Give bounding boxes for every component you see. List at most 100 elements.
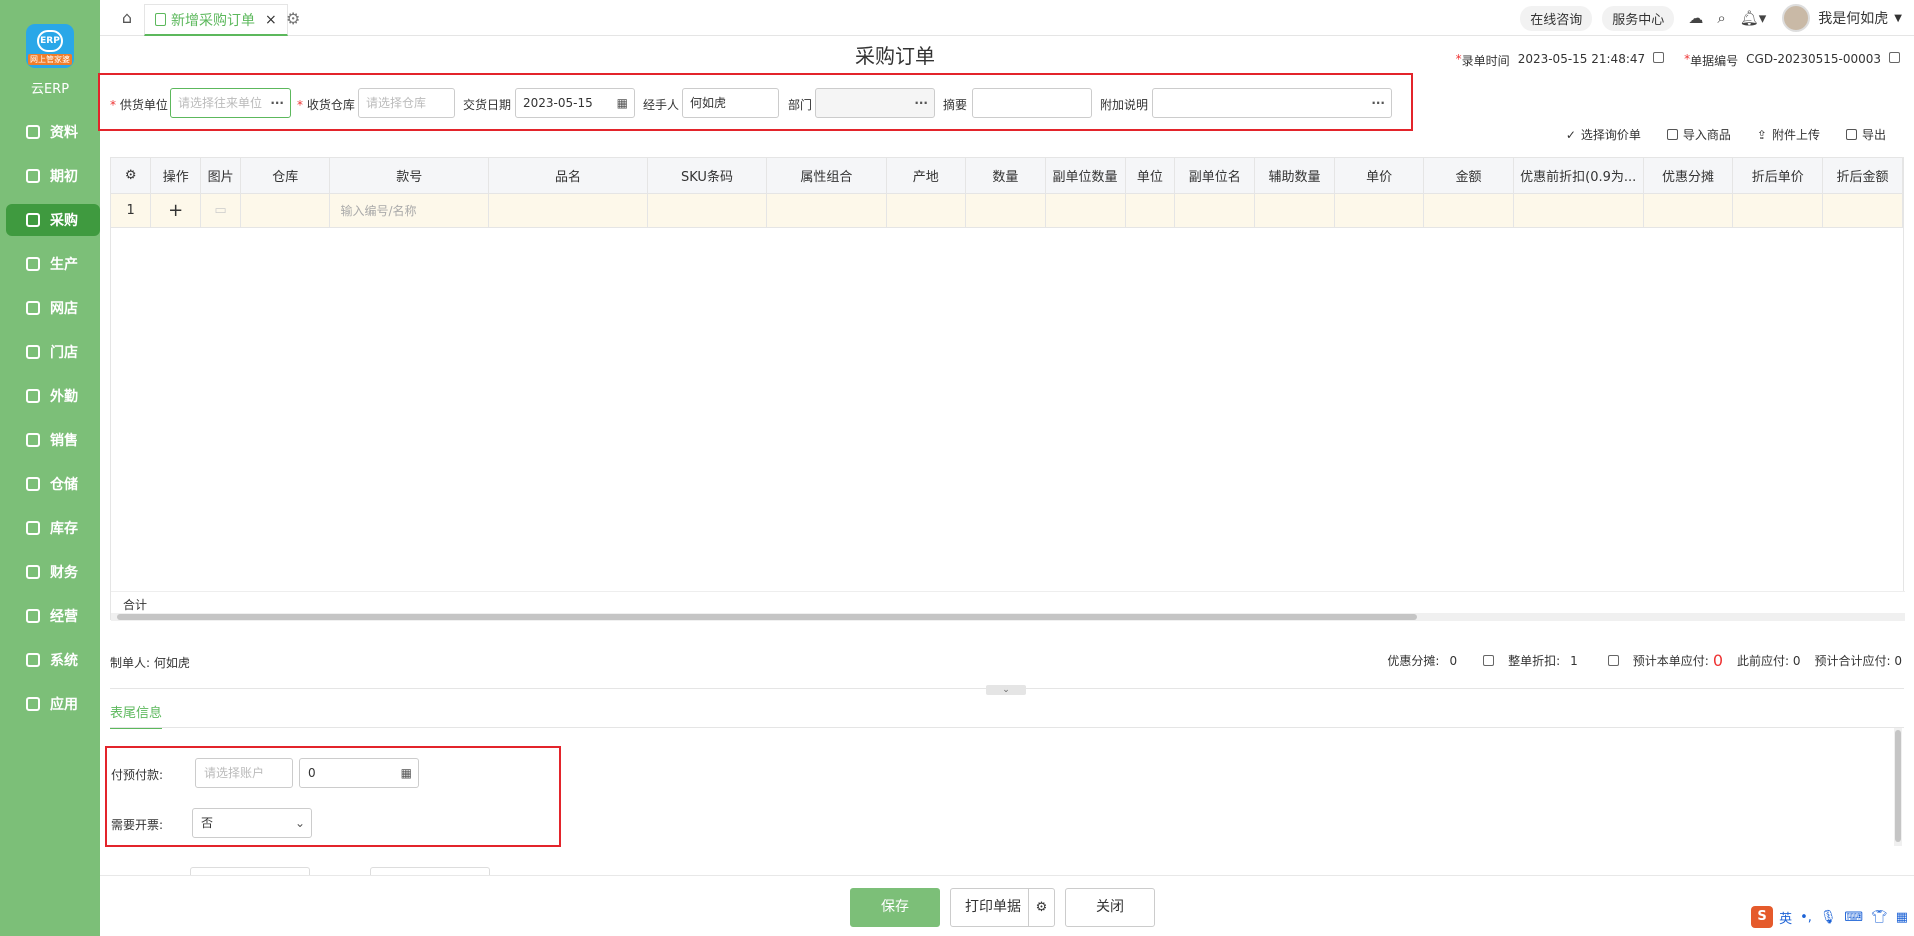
username[interactable]: 我是何如虎 bbox=[1818, 8, 1888, 28]
warehouse-input[interactable]: 请选择仓库 bbox=[358, 88, 455, 118]
sidebar-item[interactable]: 期初 bbox=[6, 160, 100, 192]
code-input-cell[interactable]: 输入编号/名称 bbox=[329, 193, 490, 228]
shirt-icon[interactable]: 👕︎ bbox=[1871, 910, 1888, 925]
grid-icon[interactable]: ▦ bbox=[1896, 910, 1908, 925]
tab-footer-info[interactable]: 表尾信息 bbox=[110, 702, 163, 729]
note-input[interactable]: ··· bbox=[1152, 88, 1392, 118]
grid-cell[interactable] bbox=[1125, 193, 1176, 228]
sidebar-item[interactable]: 生产 bbox=[6, 248, 100, 280]
grid-cell[interactable] bbox=[1822, 193, 1903, 228]
grid-cell[interactable] bbox=[1732, 193, 1824, 228]
grid-settings-gear-icon[interactable]: ⚙ bbox=[111, 158, 152, 194]
sidebar-item[interactable]: 网店 bbox=[6, 292, 100, 324]
search-icon[interactable]: ⌕ bbox=[1717, 9, 1725, 27]
sidebar-item[interactable]: 销售 bbox=[6, 424, 100, 456]
export-button[interactable]: 导出 bbox=[1845, 126, 1886, 143]
more-icon[interactable]: ··· bbox=[914, 89, 928, 117]
bell-icon[interactable]: 🔔︎▾ bbox=[1740, 9, 1767, 27]
grid-cell[interactable] bbox=[1423, 193, 1514, 228]
grid-cell[interactable] bbox=[488, 193, 648, 228]
add-row-button[interactable]: + bbox=[150, 193, 202, 228]
scrollbar-thumb[interactable] bbox=[117, 614, 1417, 620]
attach-upload-button[interactable]: ⇪ 附件上传 bbox=[1757, 126, 1820, 143]
sidebar-item[interactable]: 库存 bbox=[6, 512, 100, 544]
column-header[interactable]: 操作 bbox=[150, 158, 202, 194]
vertical-scrollbar[interactable] bbox=[1894, 728, 1902, 846]
sidebar-item[interactable]: 资料 bbox=[6, 116, 100, 148]
grid-cell[interactable] bbox=[1643, 193, 1734, 228]
sidebar-item[interactable]: 仓储 bbox=[6, 468, 100, 500]
prepay-amount-input[interactable]: 0 ▦ bbox=[299, 758, 419, 788]
column-header[interactable]: 副单位数量 bbox=[1045, 158, 1126, 194]
chevron-down-icon[interactable]: ▼ bbox=[1894, 13, 1902, 24]
column-header[interactable]: 折后金额 bbox=[1822, 158, 1903, 194]
more-icon[interactable]: ··· bbox=[1371, 89, 1385, 117]
calculator-icon[interactable]: ▦ bbox=[401, 759, 412, 787]
column-header[interactable]: 辅助数量 bbox=[1254, 158, 1335, 194]
sidebar-item[interactable]: 外勤 bbox=[6, 380, 100, 412]
delivery-date-input[interactable]: 2023-05-15 ▦ bbox=[515, 88, 635, 118]
edit-icon[interactable] bbox=[1653, 52, 1665, 63]
column-header[interactable]: 产地 bbox=[886, 158, 967, 194]
cloud-download-icon[interactable]: ☁ bbox=[1688, 9, 1703, 27]
keyboard-icon[interactable]: ⌨ bbox=[1844, 910, 1863, 925]
column-header[interactable]: 款号 bbox=[329, 158, 490, 194]
sidebar-item[interactable]: 门店 bbox=[6, 336, 100, 368]
grid-cell[interactable] bbox=[1334, 193, 1425, 228]
grid-cell[interactable] bbox=[1513, 193, 1644, 228]
handler-input[interactable]: 何如虎 bbox=[682, 88, 779, 118]
column-header[interactable]: 单价 bbox=[1334, 158, 1425, 194]
grid-cell[interactable] bbox=[766, 193, 887, 228]
account-input[interactable]: 请选择账户 bbox=[195, 758, 293, 788]
grid-cell[interactable] bbox=[886, 193, 967, 228]
column-header[interactable]: 单位 bbox=[1125, 158, 1176, 194]
close-tab-icon[interactable]: × bbox=[265, 12, 277, 28]
microphone-icon[interactable]: 🎙︎ bbox=[1820, 910, 1837, 925]
edit-icon[interactable] bbox=[1889, 52, 1900, 63]
print-settings-gear-icon[interactable]: ⚙ bbox=[1028, 889, 1054, 926]
horizontal-scrollbar[interactable] bbox=[111, 613, 1905, 621]
column-header[interactable]: SKU条码 bbox=[647, 158, 768, 194]
punctuation-icon[interactable]: •, bbox=[1800, 910, 1812, 925]
grid-cell[interactable] bbox=[1045, 193, 1126, 228]
column-header[interactable]: 优惠前折扣(0.9为... bbox=[1513, 158, 1644, 194]
grid-cell[interactable] bbox=[647, 193, 768, 228]
column-header[interactable]: 优惠分摊 bbox=[1643, 158, 1734, 194]
column-header[interactable]: 金额 bbox=[1423, 158, 1514, 194]
select-quote-button[interactable]: ✓ 选择询价单 bbox=[1566, 126, 1641, 143]
warehouse-cell[interactable] bbox=[240, 193, 331, 228]
column-header[interactable]: 图片 bbox=[200, 158, 242, 194]
sidebar-item[interactable]: 应用 bbox=[6, 688, 100, 720]
grid-cell[interactable] bbox=[1174, 193, 1256, 228]
avatar[interactable] bbox=[1782, 4, 1811, 32]
tab-settings-gear-icon[interactable]: ⚙ bbox=[286, 9, 300, 28]
scrollbar-thumb[interactable] bbox=[1895, 730, 1901, 842]
column-header[interactable]: 数量 bbox=[965, 158, 1046, 194]
grid-cell[interactable] bbox=[965, 193, 1046, 228]
supplier-input[interactable]: 请选择往来单位 ··· bbox=[170, 88, 291, 118]
column-header[interactable]: 折后单价 bbox=[1732, 158, 1824, 194]
column-header[interactable]: 仓库 bbox=[240, 158, 331, 194]
partial-input[interactable] bbox=[190, 867, 310, 875]
edit-icon[interactable] bbox=[1483, 655, 1495, 666]
partial-input[interactable] bbox=[370, 867, 490, 875]
sidebar-item[interactable]: 财务 bbox=[6, 556, 100, 588]
ime-lang[interactable]: 英 bbox=[1779, 908, 1792, 927]
more-icon[interactable]: ··· bbox=[270, 89, 284, 117]
invoice-select[interactable]: 否 ⌄ bbox=[192, 808, 312, 838]
print-button[interactable]: 打印单据 ⚙ bbox=[950, 888, 1055, 927]
tab-new-purchase-order[interactable]: 新增采购订单 × bbox=[144, 4, 288, 36]
service-center-button[interactable]: 服务中心 bbox=[1602, 5, 1675, 31]
save-button[interactable]: 保存 bbox=[850, 888, 940, 927]
sogou-logo-icon[interactable]: S bbox=[1751, 906, 1774, 928]
summary-input[interactable] bbox=[972, 88, 1092, 118]
sidebar-item[interactable]: 系统 bbox=[6, 644, 100, 676]
column-header[interactable]: 属性组合 bbox=[766, 158, 887, 194]
column-header[interactable]: 品名 bbox=[488, 158, 648, 194]
calendar-icon[interactable]: ▦ bbox=[617, 89, 628, 117]
home-icon[interactable]: ⌂ bbox=[118, 9, 136, 27]
collapse-chevron-icon[interactable]: ⌄ bbox=[986, 685, 1026, 695]
close-button[interactable]: 关闭 bbox=[1065, 888, 1155, 927]
sidebar-item[interactable]: 经营 bbox=[6, 600, 100, 632]
grid-cell[interactable] bbox=[1254, 193, 1335, 228]
